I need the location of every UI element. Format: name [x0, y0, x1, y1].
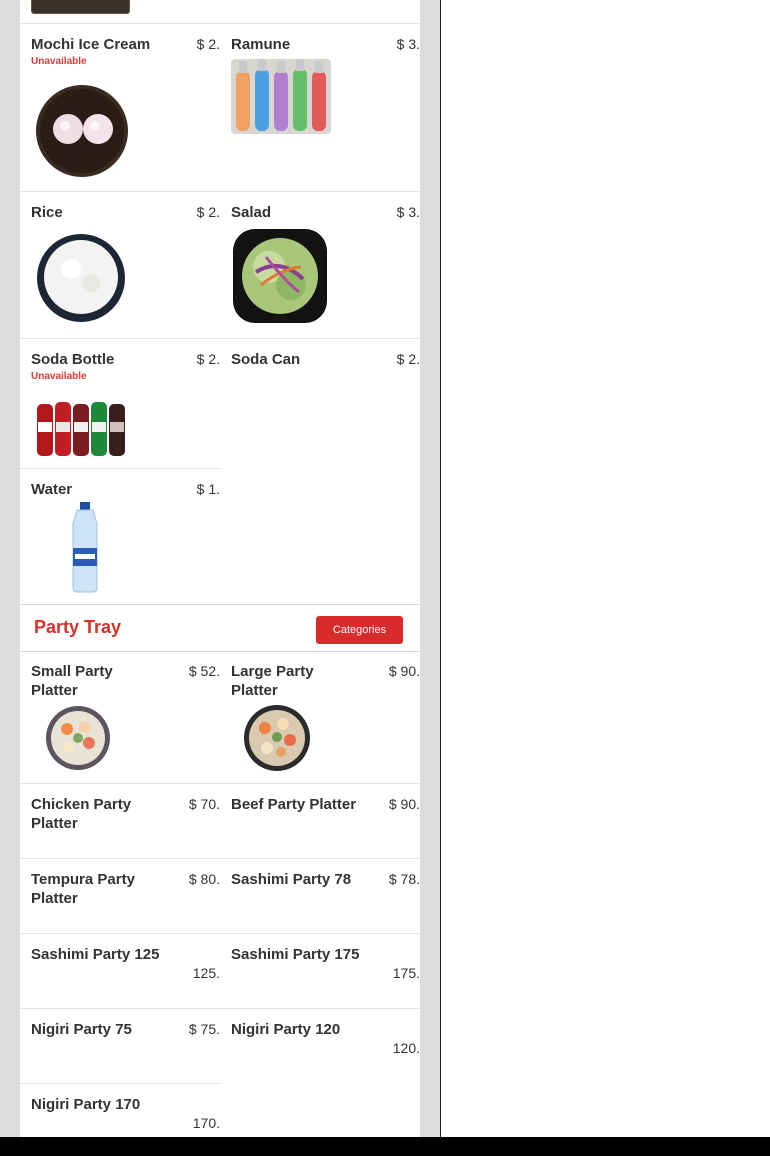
left-gutter [0, 0, 20, 1137]
item-price: $ 3. [396, 204, 420, 220]
bottom-bar [0, 1137, 770, 1156]
categories-button[interactable]: Categories [316, 616, 403, 644]
item-price: $ 1. [196, 481, 220, 497]
item-price: $ 2. [196, 204, 220, 220]
item-price: $ 70. [188, 796, 220, 812]
menu-item-nigiri-party-170[interactable]: Nigiri Party 170 170. [31, 1095, 220, 1137]
item-price: $ 90. [388, 663, 420, 679]
item-name: Rice [31, 204, 63, 221]
menu-item-salad[interactable]: Salad $ 3. [231, 203, 420, 333]
item-name: Sashimi Party 175 [231, 946, 360, 963]
panel-divider [440, 0, 441, 1137]
right-gutter [420, 0, 440, 1137]
item-name: Salad [231, 204, 272, 221]
menu-item-sashimi-party-175[interactable]: Sashimi Party 175 175. [231, 945, 420, 1000]
item-name: Beef Party Platter [231, 796, 357, 813]
menu-item-water[interactable]: Water $ 1. [31, 480, 220, 595]
row-divider [20, 191, 420, 192]
item-name: Large Party Platter [231, 663, 314, 699]
water-bottle-image [72, 502, 98, 593]
unavailable-badge: Unavailable [31, 371, 87, 382]
item-price: $ 80. [188, 871, 220, 887]
row-divider [20, 468, 220, 469]
row-divider [20, 858, 420, 859]
item-price: $ 2. [196, 351, 220, 367]
row-divider [20, 783, 420, 784]
row-divider [20, 1083, 220, 1084]
menu-list: Mochi Ice Cream $ 2. Unavailable Ramune … [20, 0, 420, 1137]
menu-item-rice[interactable]: Rice $ 2. [31, 203, 220, 333]
item-price: $ 2. [396, 351, 420, 367]
item-price: 175. [392, 965, 420, 981]
item-name: Soda Bottle [31, 351, 115, 368]
menu-item-nigiri-party-120[interactable]: Nigiri Party 120 120. [231, 1020, 420, 1075]
row-divider [20, 1008, 420, 1009]
item-name: Sashimi Party 78 [231, 871, 352, 888]
menu-item-small-party-platter[interactable]: Small Party Platter $ 52. [31, 662, 220, 777]
item-price: $ 75. [188, 1021, 220, 1037]
item-name: Ramune [231, 36, 291, 53]
section-title: Party Tray [34, 617, 122, 637]
unavailable-badge: Unavailable [31, 56, 87, 67]
large-platter-image [244, 705, 310, 771]
menu-item-mochi-ice-cream[interactable]: Mochi Ice Cream $ 2. Unavailable [31, 35, 220, 185]
item-name: Nigiri Party 120 [231, 1021, 341, 1038]
small-platter-image [46, 706, 110, 770]
item-price: $ 90. [388, 796, 420, 812]
ramune-bottles-image [231, 59, 331, 134]
menu-item-soda-can[interactable]: Soda Can $ 2. [231, 350, 420, 462]
salad-bowl-image [233, 229, 327, 323]
item-name: Chicken Party Platter [31, 796, 132, 832]
item-name: Small Party Platter [31, 663, 113, 699]
menu-item-ramune[interactable]: Ramune $ 3. [231, 35, 420, 185]
item-name: Mochi Ice Cream [31, 36, 151, 53]
item-price: 125. [192, 965, 220, 981]
menu-item-large-party-platter[interactable]: Large Party Platter $ 90. [231, 662, 420, 777]
previous-item-image[interactable] [31, 0, 130, 14]
item-name: Sashimi Party 125 [31, 946, 160, 963]
menu-item-tempura-party-platter[interactable]: Tempura Party Platter $ 80. [31, 870, 220, 925]
menu-item-chicken-party-platter[interactable]: Chicken Party Platter $ 70. [31, 795, 220, 850]
rice-bowl-image [37, 234, 125, 322]
item-name: Tempura Party Platter [31, 871, 135, 907]
item-name: Soda Can [231, 351, 301, 368]
item-name: Nigiri Party 170 [31, 1096, 141, 1113]
item-name: Nigiri Party 75 [31, 1021, 132, 1038]
soda-bottles-image [37, 402, 125, 456]
menu-item-nigiri-party-75[interactable]: Nigiri Party 75 $ 75. [31, 1020, 220, 1075]
row-divider [20, 23, 420, 24]
item-price: $ 52. [188, 663, 220, 679]
menu-item-sashimi-party-78[interactable]: Sashimi Party 78 $ 78. [231, 870, 420, 925]
item-price: 170. [192, 1115, 220, 1131]
section-header-party-tray: Party Tray Categories [20, 604, 420, 652]
item-price: 120. [392, 1040, 420, 1056]
row-divider [20, 338, 420, 339]
row-divider [20, 933, 420, 934]
item-name: Water [31, 481, 73, 498]
item-price: $ 2. [196, 36, 220, 52]
menu-item-sashimi-party-125[interactable]: Sashimi Party 125 125. [31, 945, 220, 1000]
item-price: $ 3. [396, 36, 420, 52]
mochi-image [36, 85, 128, 177]
item-price: $ 78. [388, 871, 420, 887]
menu-item-soda-bottle[interactable]: Soda Bottle $ 2. Unavailable [31, 350, 220, 462]
menu-item-beef-party-platter[interactable]: Beef Party Platter $ 90. [231, 795, 420, 850]
